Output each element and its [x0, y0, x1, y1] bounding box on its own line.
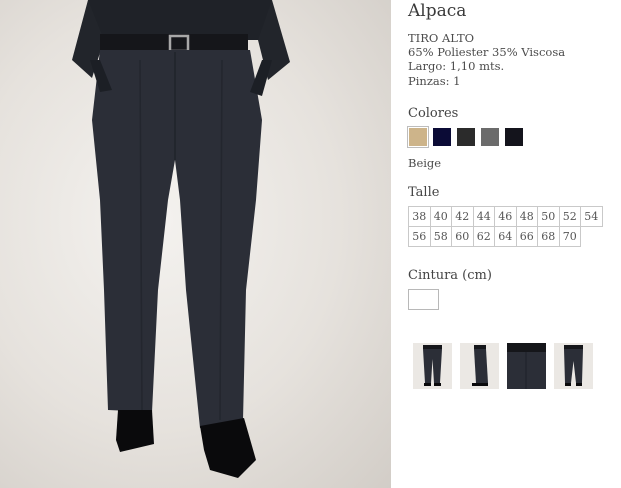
- size-option-50[interactable]: 50: [537, 206, 560, 227]
- size-option-56[interactable]: 56: [408, 226, 431, 247]
- thumbnail-back-icon: [564, 345, 583, 386]
- color-swatch-charcoal[interactable]: [457, 128, 475, 146]
- pants-back-thumbnail[interactable]: [554, 343, 593, 389]
- thumbnail-side-icon: [472, 345, 488, 386]
- thumbnail-detail-icon: [507, 343, 546, 389]
- trousers-illustration: [72, 0, 290, 478]
- size-option-52[interactable]: 52: [558, 206, 581, 227]
- size-option-38[interactable]: 38: [408, 206, 431, 227]
- size-option-58[interactable]: 58: [429, 226, 452, 247]
- product-specs: TIRO ALTO 65% Poliester 35% Viscosa Larg…: [408, 31, 565, 88]
- size-option-44[interactable]: 44: [472, 206, 495, 227]
- size-option-64[interactable]: 64: [494, 226, 517, 247]
- size-option-54[interactable]: 54: [580, 206, 603, 227]
- size-option-40[interactable]: 40: [429, 206, 452, 227]
- spec-rise: TIRO ALTO: [408, 31, 475, 45]
- spec-pleats: Pinzas: 1: [408, 73, 461, 88]
- size-label: Talle: [408, 185, 440, 200]
- color-swatch-black[interactable]: [505, 128, 523, 146]
- size-option-70[interactable]: 70: [558, 226, 581, 247]
- waist-input[interactable]: [408, 289, 439, 310]
- product-main-image: [0, 0, 391, 488]
- image-gallery: [413, 343, 593, 389]
- spec-fabric: 65% Poliester 35% Viscosa: [408, 45, 566, 60]
- product-title: Alpaca: [408, 1, 467, 21]
- color-swatch-gray[interactable]: [481, 128, 499, 146]
- size-option-66[interactable]: 66: [515, 226, 538, 247]
- pants-belt-detail-thumbnail[interactable]: [507, 343, 546, 389]
- color-swatch-navy[interactable]: [433, 128, 451, 146]
- colors-label: Colores: [408, 106, 459, 121]
- size-option-48[interactable]: 48: [515, 206, 538, 227]
- pants-side-thumbnail[interactable]: [460, 343, 499, 389]
- size-option-62[interactable]: 62: [472, 226, 495, 247]
- color-swatch-beige[interactable]: [407, 126, 429, 148]
- size-option-68[interactable]: 68: [537, 226, 560, 247]
- selected-color-name: Beige: [408, 156, 442, 170]
- waist-label: Cintura (cm): [408, 268, 492, 283]
- thumbnail-front-icon: [423, 345, 442, 386]
- pants-front-thumbnail[interactable]: [413, 343, 452, 389]
- size-option-46[interactable]: 46: [494, 206, 517, 227]
- size-option-42[interactable]: 42: [451, 206, 474, 227]
- size-grid: 38 40 42 44 46 48 50 52 54 56 58 60 62 6…: [408, 206, 603, 247]
- size-option-60[interactable]: 60: [451, 226, 474, 247]
- spec-length: Largo: 1,10 mts.: [408, 59, 505, 74]
- color-swatches: [407, 126, 523, 148]
